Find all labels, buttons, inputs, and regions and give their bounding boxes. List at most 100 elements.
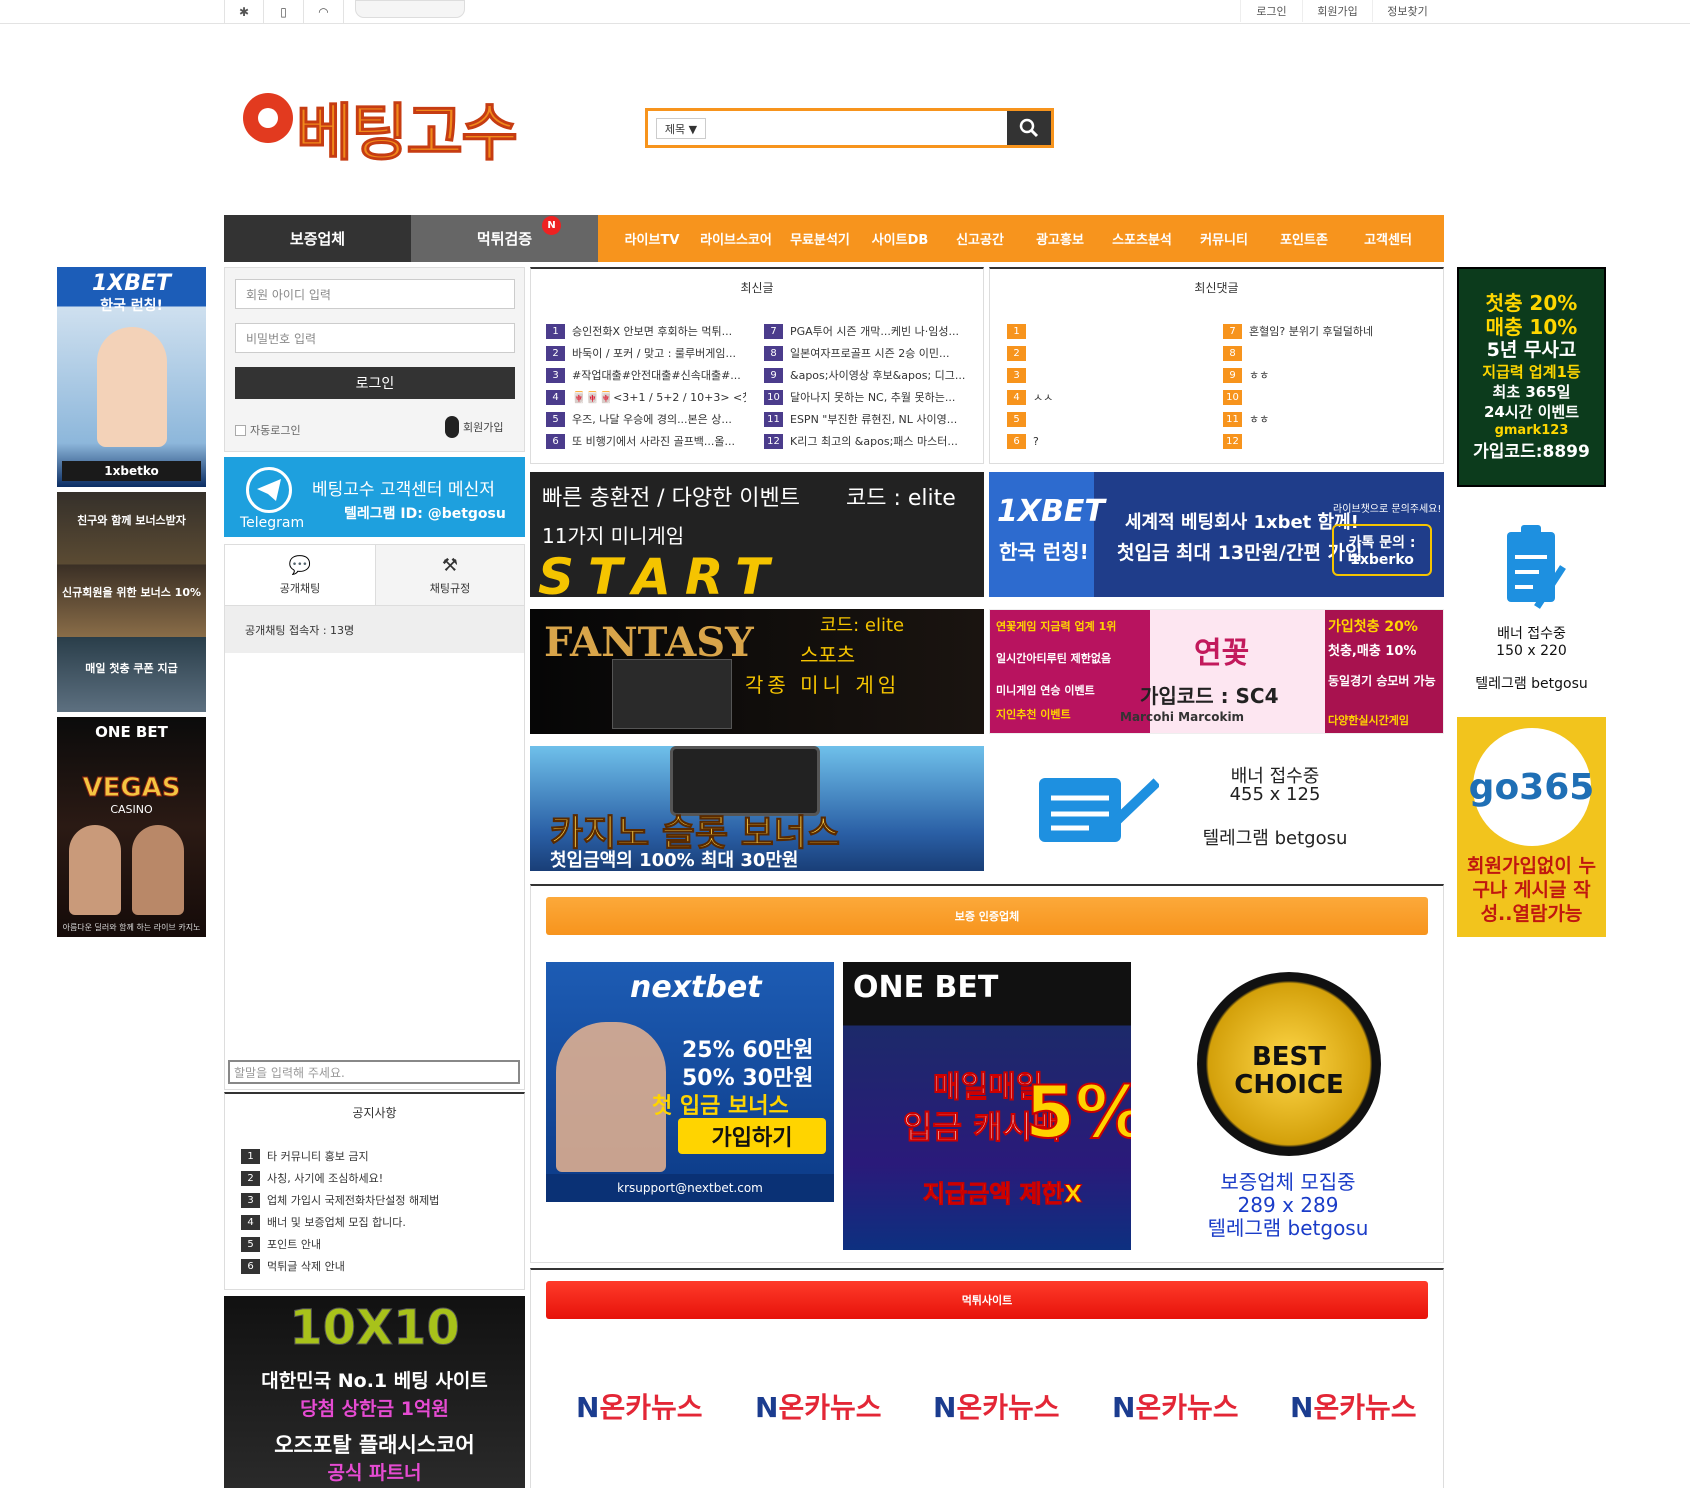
- elite-start-text: START: [538, 548, 784, 597]
- onebet-card[interactable]: ONE BET 매일매일 입금 캐시백 5% 지급금액 제한X: [843, 962, 1131, 1250]
- onka-logo[interactable]: N온카뉴스: [1290, 1386, 1416, 1426]
- left-1xbet-code: 1xbetko: [62, 461, 201, 481]
- notice-item[interactable]: 업체 가입시 국제전화차단설정 해제법: [267, 1192, 439, 1208]
- user-id-input[interactable]: 회원 아이디 입력: [235, 279, 515, 309]
- tenten-logo: 10X10: [289, 1300, 461, 1357]
- post-link[interactable]: PGA투어 시즌 개막...케빈 나·임성...: [790, 323, 959, 339]
- left-vegas-banner[interactable]: ONE BET VEGAS CASINO 아름다운 딜러와 함께 하는 라이브 …: [57, 717, 206, 937]
- yeonkkot-banner[interactable]: 연꽃게임 지금력 업계 1위 일시간아티루틴 제한없음 미니게임 연승 이벤트 …: [989, 609, 1444, 734]
- nav-item-sports[interactable]: 스포츠분석: [1100, 215, 1184, 262]
- site-logo[interactable]: 베팅고수: [295, 82, 518, 172]
- search-field-select[interactable]: 제목 ▼: [656, 118, 706, 139]
- rss-icon[interactable]: ◠: [304, 0, 344, 24]
- tenten-banner[interactable]: 10X10 대한민국 No.1 베팅 사이트 당첨 상한금 1억원 오즈포탈 플…: [224, 1296, 525, 1488]
- telegram-banner[interactable]: Telegram 베팅고수 고객센터 메신저 텔레그램 ID: @betgosu: [224, 457, 525, 537]
- onka-logo[interactable]: N온카뉴스: [933, 1386, 1059, 1426]
- nav-item-support[interactable]: 고객센터: [1344, 215, 1432, 262]
- login-box: 회원 아이디 입력 비밀번호 입력 로그인 자동로그인 회원가입: [224, 267, 525, 452]
- right-promo-banner[interactable]: 첫충 20% 매충 10% 5년 무사고 지급력 업계1등 최초 365일 24…: [1457, 267, 1606, 487]
- notice-item[interactable]: 타 커뮤니티 홍보 금지: [267, 1148, 369, 1164]
- yeon-code: 가입코드 : SC4: [1140, 684, 1279, 708]
- xbet-banner[interactable]: 1XBET 한국 런칭! 세계적 베팅회사 1xbet 함께! 첫입금 최대 1…: [989, 472, 1444, 597]
- right-empty-tel: 텔레그램 betgosu: [1475, 676, 1588, 692]
- nav-item-point[interactable]: 포인트존: [1264, 215, 1344, 262]
- nextbet-join-button: 가입하기: [678, 1118, 826, 1154]
- notice-item[interactable]: 사칭, 사기에 조심하세요!: [267, 1170, 383, 1186]
- left-1xbet-banner[interactable]: 1XBET 한국 런칭! 1xbetko: [57, 267, 206, 487]
- notice-item[interactable]: 배너 및 보증업체 모집 합니다.: [267, 1214, 406, 1230]
- post-link[interactable]: 승인전화X 안보면 후회하는 먹튀...: [572, 323, 732, 339]
- empty-455-banner[interactable]: 배너 접수중 455 x 125 텔레그램 betgosu: [989, 746, 1444, 871]
- post-link[interactable]: 바둑이 / 포커 / 맞고 : 룰루버게임...: [572, 345, 736, 361]
- auto-login-label: 자동로그인: [250, 424, 301, 437]
- post-link[interactable]: ESPN "부진한 류현진, NL 사이영...: [790, 411, 957, 427]
- chat-box: 💬 공개채팅 ⚒ 채팅규정 공개채팅 접속자 : 13명 할말을 입력해 주세요…: [224, 544, 525, 1090]
- nav-item-analyzer[interactable]: 무료분석기: [780, 215, 860, 262]
- comment-link[interactable]: ㅅㅅ: [1033, 389, 1053, 405]
- rp-5: 최초 365일: [1492, 382, 1571, 401]
- find-info-link[interactable]: 정보찾기: [1372, 0, 1442, 22]
- nextbet-card[interactable]: nextbet 25% 60만원 50% 30만원 첫 입금 보너스 가입하기 …: [546, 962, 834, 1202]
- post-link[interactable]: 우즈, 나달 우승에 경의...본은 상...: [572, 411, 732, 427]
- search-button[interactable]: [1007, 111, 1051, 145]
- onka-logo[interactable]: N온카뉴스: [576, 1386, 702, 1426]
- chat-input[interactable]: 할말을 입력해 주세요.: [228, 1060, 520, 1084]
- chat-tab-public[interactable]: 💬 공개채팅: [225, 545, 375, 605]
- password-input[interactable]: 비밀번호 입력: [235, 323, 515, 353]
- notice-item[interactable]: 먹튀글 삭제 안내: [267, 1258, 345, 1274]
- casino-sub: 첫입금액의 100% 최대 30만원: [550, 850, 799, 871]
- fantasy-banner[interactable]: FANTASY 코드: elite 스포츠 각종 미니 게임: [530, 609, 984, 734]
- left-onebet-banner[interactable]: 친구와 함께 보너스받자 신규회원을 위한 보너스 10% 매일 첫충 쿠폰 지…: [57, 492, 206, 712]
- right-go365-banner[interactable]: go365 회원가입없이 누구나 게시글 작성..열람가능: [1457, 717, 1606, 937]
- tenten-line1: 대한민국 No.1 베팅 사이트: [261, 1370, 488, 1392]
- elite-start-banner[interactable]: 빠른 충환전 / 다양한 이벤트 코드 : elite 11가지 미니게임 ST…: [530, 472, 984, 597]
- nav-tab-certified[interactable]: 보증업체: [224, 215, 411, 262]
- notice-item[interactable]: 포인트 안내: [267, 1236, 321, 1252]
- post-link[interactable]: K리그 최고의 &apos;패스 마스터...: [790, 433, 958, 449]
- onka-logo[interactable]: N온카뉴스: [1112, 1386, 1238, 1426]
- nav-item-site-db[interactable]: 사이트DB: [860, 215, 940, 262]
- signup-link[interactable]: 회원가입: [1302, 0, 1372, 22]
- right-empty-banner[interactable]: 배너 접수중 150 x 220 텔레그램 betgosu: [1457, 505, 1606, 705]
- telegram-id: 텔레그램 ID: @betgosu: [344, 506, 506, 522]
- nav-item-live-tv[interactable]: 라이브TV: [612, 215, 692, 262]
- top-search-pill[interactable]: [355, 0, 465, 18]
- chat-tab-rules[interactable]: ⚒ 채팅규정: [375, 545, 524, 605]
- tenten-line4: 공식 파트너: [327, 1462, 422, 1484]
- bug-icon[interactable]: ✱: [224, 0, 264, 24]
- best-text: BEST: [1251, 1042, 1327, 1072]
- nav-item-ads[interactable]: 광고홍보: [1020, 215, 1100, 262]
- post-link[interactable]: 달아나지 못하는 NC, 추월 못하는...: [790, 389, 955, 405]
- rp-4: 지급력 업계1등: [1482, 362, 1581, 381]
- xbet-line1: 세계적 베팅회사 1xbet 함께!: [1125, 512, 1359, 533]
- rp-8: 가입코드:8899: [1473, 441, 1590, 462]
- login-button[interactable]: 로그인: [235, 367, 515, 399]
- bookmark-icon[interactable]: ▯: [264, 0, 304, 24]
- muktwi-section: 먹튀사이트: [530, 1268, 1444, 1488]
- comment-link[interactable]: 혼혈임? 분위기 후덜덜하네: [1249, 323, 1373, 339]
- casino-slot-banner[interactable]: 카지노 슬롯 보너스 첫입금액의 100% 최대 30만원: [530, 746, 984, 871]
- logo-gear-icon[interactable]: [243, 93, 293, 143]
- auto-login-checkbox[interactable]: [235, 424, 246, 436]
- post-link[interactable]: #작업대출#안전대출#신속대출#...: [572, 367, 741, 383]
- latest-comments-panel: 최신댓글 1 2 3 4 ㅅㅅ 5 6? 7 혼혈임? 분위기 후덜덜하네 8 9ㅎ…: [989, 267, 1444, 464]
- xbet-kakao: 카톡 문의 : 1xberko: [1332, 524, 1432, 576]
- signup-button[interactable]: 회원가입: [463, 419, 503, 435]
- post-link[interactable]: &apos;사이영상 후보&apos; 디그...: [790, 367, 965, 383]
- post-link[interactable]: 또 비행기에서 사라진 골프백...올...: [572, 433, 735, 449]
- onebet-text-2: 신규회원을 위한 보너스 10%: [61, 586, 202, 599]
- post-link[interactable]: 🀄🀄🀄<3+1 / 5+2 / 10+3> <첫충2...: [572, 389, 746, 405]
- comment-link[interactable]: ㅎㅎ: [1249, 367, 1269, 383]
- nav-tab-muktwi[interactable]: 먹튀검증: [411, 215, 598, 262]
- comment-link[interactable]: ㅎㅎ: [1249, 411, 1269, 427]
- onebet-logo: ONE BET: [853, 970, 999, 1005]
- nav-item-live-score[interactable]: 라이브스코어: [692, 215, 780, 262]
- best-choice-badge: BEST CHOICE: [1183, 972, 1395, 1172]
- post-link[interactable]: 일본여자프로골프 시즌 2승 이민...: [790, 345, 950, 361]
- comment-link[interactable]: ?: [1033, 435, 1039, 448]
- onka-logo[interactable]: N온카뉴스: [755, 1386, 881, 1426]
- nav-item-report[interactable]: 신고공간: [940, 215, 1020, 262]
- nav-item-community[interactable]: 커뮤니티: [1184, 215, 1264, 262]
- yeon-right1: 동일경기 승모버 가능: [1328, 674, 1436, 688]
- login-link[interactable]: 로그인: [1240, 0, 1302, 22]
